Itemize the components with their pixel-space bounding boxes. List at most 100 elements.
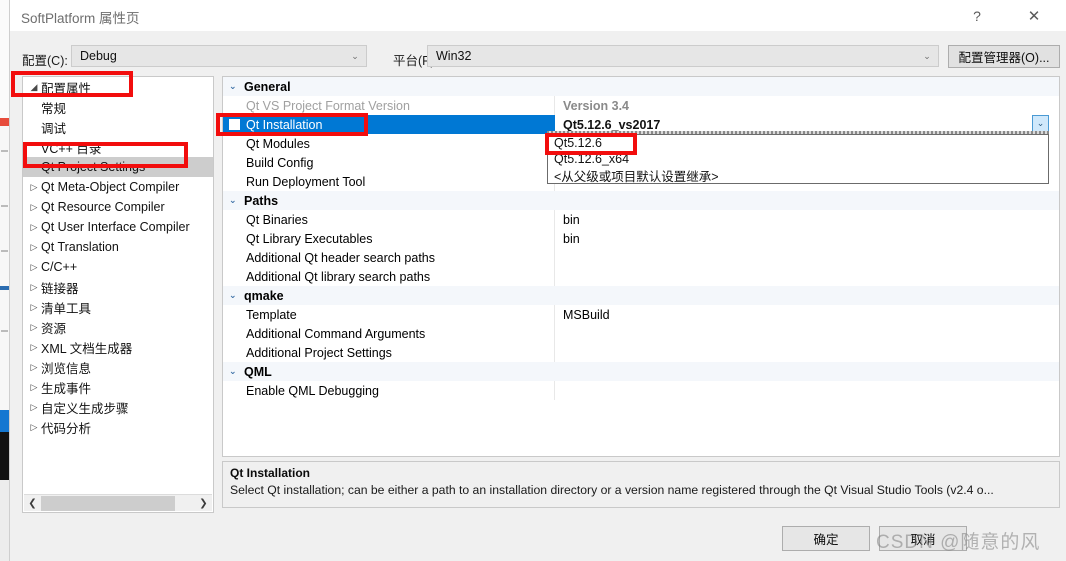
description-panel: Qt Installation Select Qt installation; … [222, 461, 1060, 508]
property-name-cell: Additional Qt header search paths [223, 248, 555, 267]
property-value: MSBuild [563, 307, 610, 322]
ok-button[interactable]: 确定 [782, 526, 870, 551]
tree-item[interactable]: ◢ 配置属性 [23, 77, 213, 97]
chevron-down-icon[interactable]: ⌄ [229, 81, 244, 92]
property-row[interactable]: Template MSBuild [223, 305, 1059, 324]
property-value-cell[interactable] [555, 324, 1059, 343]
property-row[interactable]: Qt Binaries bin [223, 210, 1059, 229]
tree-item[interactable]: ▷ Qt Resource Compiler [23, 197, 213, 217]
property-name-cell: ⌄ General [223, 77, 555, 96]
property-name-cell: Build Config [223, 153, 555, 172]
tree-item[interactable]: ▷ 生成事件 [23, 377, 213, 397]
expander-icon[interactable]: ▷ [27, 382, 41, 393]
property-row[interactable]: Additional Command Arguments [223, 324, 1059, 343]
property-name: QML [244, 364, 272, 379]
chevron-down-icon[interactable]: ⌄ [229, 366, 244, 377]
property-name: Qt Installation [246, 117, 323, 132]
expander-icon[interactable]: ▷ [27, 262, 41, 273]
property-row[interactable]: Enable QML Debugging [223, 381, 1059, 400]
property-value-cell[interactable] [555, 77, 1059, 96]
property-pages-dialog: SoftPlatform 属性页 ? ✕ 配置(C): Debug ⌄ 平台(P… [9, 0, 1066, 561]
tree-item[interactable]: 调试 [23, 117, 213, 137]
property-row[interactable]: Additional Qt library search paths [223, 267, 1059, 286]
title-separator [10, 31, 1066, 32]
property-group-header[interactable]: ⌄ QML [223, 362, 1059, 381]
property-row[interactable]: Qt VS Project Format Version Version 3.4 [223, 96, 1059, 115]
tree-item[interactable]: ▷ 浏览信息 [23, 357, 213, 377]
tree-item[interactable]: ▷ Qt Translation [23, 237, 213, 257]
property-value-cell[interactable] [555, 381, 1059, 400]
expander-icon[interactable]: ▷ [27, 402, 41, 413]
property-value-cell[interactable] [555, 191, 1059, 210]
qt-installation-dropdown-list[interactable]: Qt5.12.6 Qt5.12.6_x64 <从父级或项目默认设置继承> [547, 134, 1049, 184]
tree-item[interactable]: ▷ 资源 [23, 317, 213, 337]
expander-icon[interactable]: ▷ [27, 282, 41, 293]
help-icon[interactable]: ? [954, 0, 1000, 31]
tree-item[interactable]: ▷ XML 文档生成器 [23, 337, 213, 357]
config-dropdown-value: Debug [80, 49, 117, 63]
chevron-down-icon: ⌄ [351, 50, 359, 61]
property-name: qmake [244, 288, 284, 303]
expander-icon[interactable]: ▷ [27, 422, 41, 433]
property-name-cell: Qt VS Project Format Version [223, 96, 555, 115]
property-name-cell: Qt Binaries [223, 210, 555, 229]
tree-item[interactable]: VC++ 目录 [23, 137, 213, 157]
description-title: Qt Installation [230, 466, 311, 480]
chevron-down-icon[interactable]: ⌄ [229, 195, 244, 206]
expander-icon[interactable]: ▷ [27, 342, 41, 353]
expander-icon[interactable]: ▷ [27, 202, 41, 213]
expander-icon[interactable]: ▷ [27, 322, 41, 333]
settings-tree[interactable]: ◢ 配置属性 常规 调试 VC++ 目录 Qt Project Settings ▷ Qt M… [23, 77, 213, 489]
property-name-cell: Enable QML Debugging [223, 381, 555, 400]
settings-tree-panel: ◢ 配置属性 常规 调试 VC++ 目录 Qt Project Settings ▷ Qt M… [22, 76, 214, 513]
expander-icon[interactable]: ▷ [27, 302, 41, 313]
property-value-cell[interactable] [555, 267, 1059, 286]
dropdown-option[interactable]: Qt5.12.6 [548, 135, 1048, 151]
tree-item[interactable]: ▷ C/C++ [23, 257, 213, 277]
qt-installation-dropdown-button[interactable]: ⌄ [1032, 115, 1049, 132]
config-manager-button[interactable]: 配置管理器(O)... [948, 45, 1060, 68]
tree-horizontal-scrollbar[interactable]: ❮ ❯ [24, 494, 212, 511]
tree-item[interactable]: Qt Project Settings [23, 157, 213, 177]
tree-item[interactable]: 常规 [23, 97, 213, 117]
property-row[interactable]: Additional Project Settings [223, 343, 1059, 362]
tree-item-label: Qt Meta-Object Compiler [41, 180, 180, 194]
platform-dropdown[interactable]: Win32 ⌄ [427, 45, 939, 67]
property-value-cell[interactable]: Version 3.4 [555, 96, 1059, 115]
tree-item[interactable]: ▷ Qt User Interface Compiler [23, 217, 213, 237]
property-value-cell[interactable]: MSBuild [555, 305, 1059, 324]
scroll-left-icon[interactable]: ❮ [24, 495, 41, 512]
tree-item[interactable]: ▷ 链接器 [23, 277, 213, 297]
property-row[interactable]: Qt Library Executables bin [223, 229, 1059, 248]
property-value-cell[interactable]: bin [555, 229, 1059, 248]
property-value-cell[interactable] [555, 343, 1059, 362]
expander-icon[interactable]: ▷ [27, 182, 41, 193]
tree-item[interactable]: ▷ Qt Meta-Object Compiler [23, 177, 213, 197]
config-dropdown[interactable]: Debug ⌄ [71, 45, 367, 67]
tree-item[interactable]: ▷ 自定义生成步骤 [23, 397, 213, 417]
screenshot-root: SoftPlatform 属性页 ? ✕ 配置(C): Debug ⌄ 平台(P… [0, 0, 1066, 561]
property-value: bin [563, 212, 580, 227]
property-value-cell[interactable] [555, 286, 1059, 305]
scrollbar-thumb[interactable] [41, 495, 175, 511]
dropdown-option[interactable]: <从父级或项目默认设置继承> [548, 167, 1048, 184]
property-value-cell[interactable] [555, 248, 1059, 267]
property-value-cell[interactable]: bin [555, 210, 1059, 229]
property-group-header[interactable]: ⌄ Paths [223, 191, 1059, 210]
expander-icon[interactable]: ▷ [27, 362, 41, 373]
property-name-cell: ⌄ QML [223, 362, 555, 381]
expander-icon[interactable]: ▷ [27, 242, 41, 253]
expander-icon[interactable]: ◢ [27, 82, 41, 93]
tree-item-label: 自定义生成步骤 [41, 401, 129, 416]
property-group-header[interactable]: ⌄ qmake [223, 286, 1059, 305]
expander-icon[interactable]: ▷ [27, 222, 41, 233]
tree-item[interactable]: ▷ 清单工具 [23, 297, 213, 317]
property-value-cell[interactable] [555, 362, 1059, 381]
property-group-header[interactable]: ⌄ General [223, 77, 1059, 96]
scroll-right-icon[interactable]: ❯ [195, 495, 212, 512]
close-icon[interactable]: ✕ [1011, 0, 1057, 31]
chevron-down-icon[interactable]: ⌄ [229, 290, 244, 301]
tree-item[interactable]: ▷ 代码分析 [23, 417, 213, 437]
property-value: Version 3.4 [563, 98, 630, 113]
property-row[interactable]: Additional Qt header search paths [223, 248, 1059, 267]
